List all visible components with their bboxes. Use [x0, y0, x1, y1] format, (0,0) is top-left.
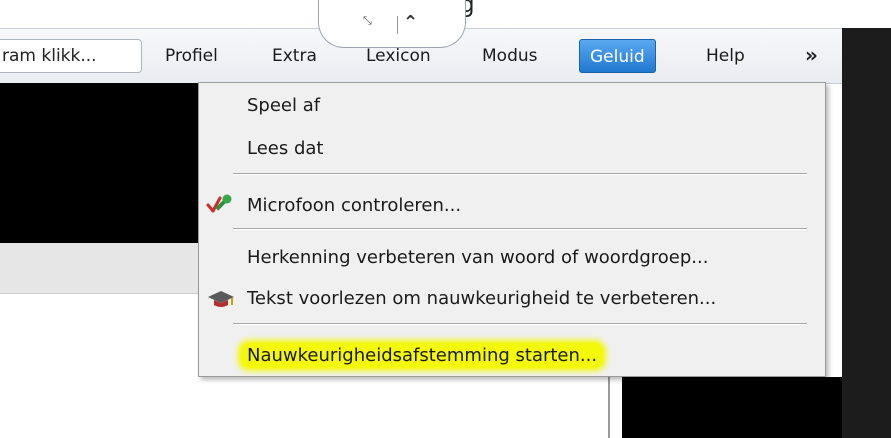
menu-profiel[interactable]: Profiel [165, 45, 218, 67]
highlight-marker: Nauwkeurigheidsafstemming starten... [241, 343, 604, 368]
menu-item-herkenning-verbeteren[interactable]: Herkenning verbeteren van woord of woord… [247, 247, 708, 269]
menu-item-microfoon-controleren[interactable]: Microfoon controleren... [247, 195, 461, 217]
microphone-check-icon [206, 193, 236, 221]
menu-item-speel-af[interactable]: Speel af [247, 95, 320, 117]
menu-separator [233, 323, 807, 325]
menu-separator [233, 173, 807, 175]
menu-geluid[interactable]: Geluid [579, 39, 656, 73]
double-chevron-down-icon[interactable]: » [805, 43, 818, 67]
chevron-up-icon[interactable]: ⌃ [403, 12, 418, 33]
collapse-tab: ⤡ ⌃ [318, 0, 466, 48]
command-input[interactable]: ram klikk... [0, 39, 142, 73]
graduation-cap-icon [206, 289, 236, 313]
tab-divider [397, 16, 398, 34]
dark-block [622, 377, 842, 438]
right-dark-panel [842, 28, 891, 438]
menu-extra[interactable]: Extra [272, 45, 317, 67]
menu-separator [233, 228, 807, 230]
menu-item-lees-dat[interactable]: Lees dat [247, 138, 323, 160]
menu-lexicon[interactable]: Lexicon [366, 45, 431, 67]
expand-icon[interactable]: ⤡ [363, 14, 372, 28]
menu-item-nauwkeurigheidsafstemming[interactable]: Nauwkeurigheidsafstemming starten... [241, 343, 604, 368]
gray-strip [0, 243, 198, 294]
menu-item-tekst-voorlezen[interactable]: Tekst voorlezen om nauwkeurigheid te ver… [247, 288, 716, 310]
menu-help[interactable]: Help [706, 45, 745, 67]
menu-modus[interactable]: Modus [482, 45, 538, 67]
geluid-dropdown-menu: Speel af Lees dat Microfoon controleren.… [198, 82, 826, 377]
dark-panel [0, 83, 198, 243]
